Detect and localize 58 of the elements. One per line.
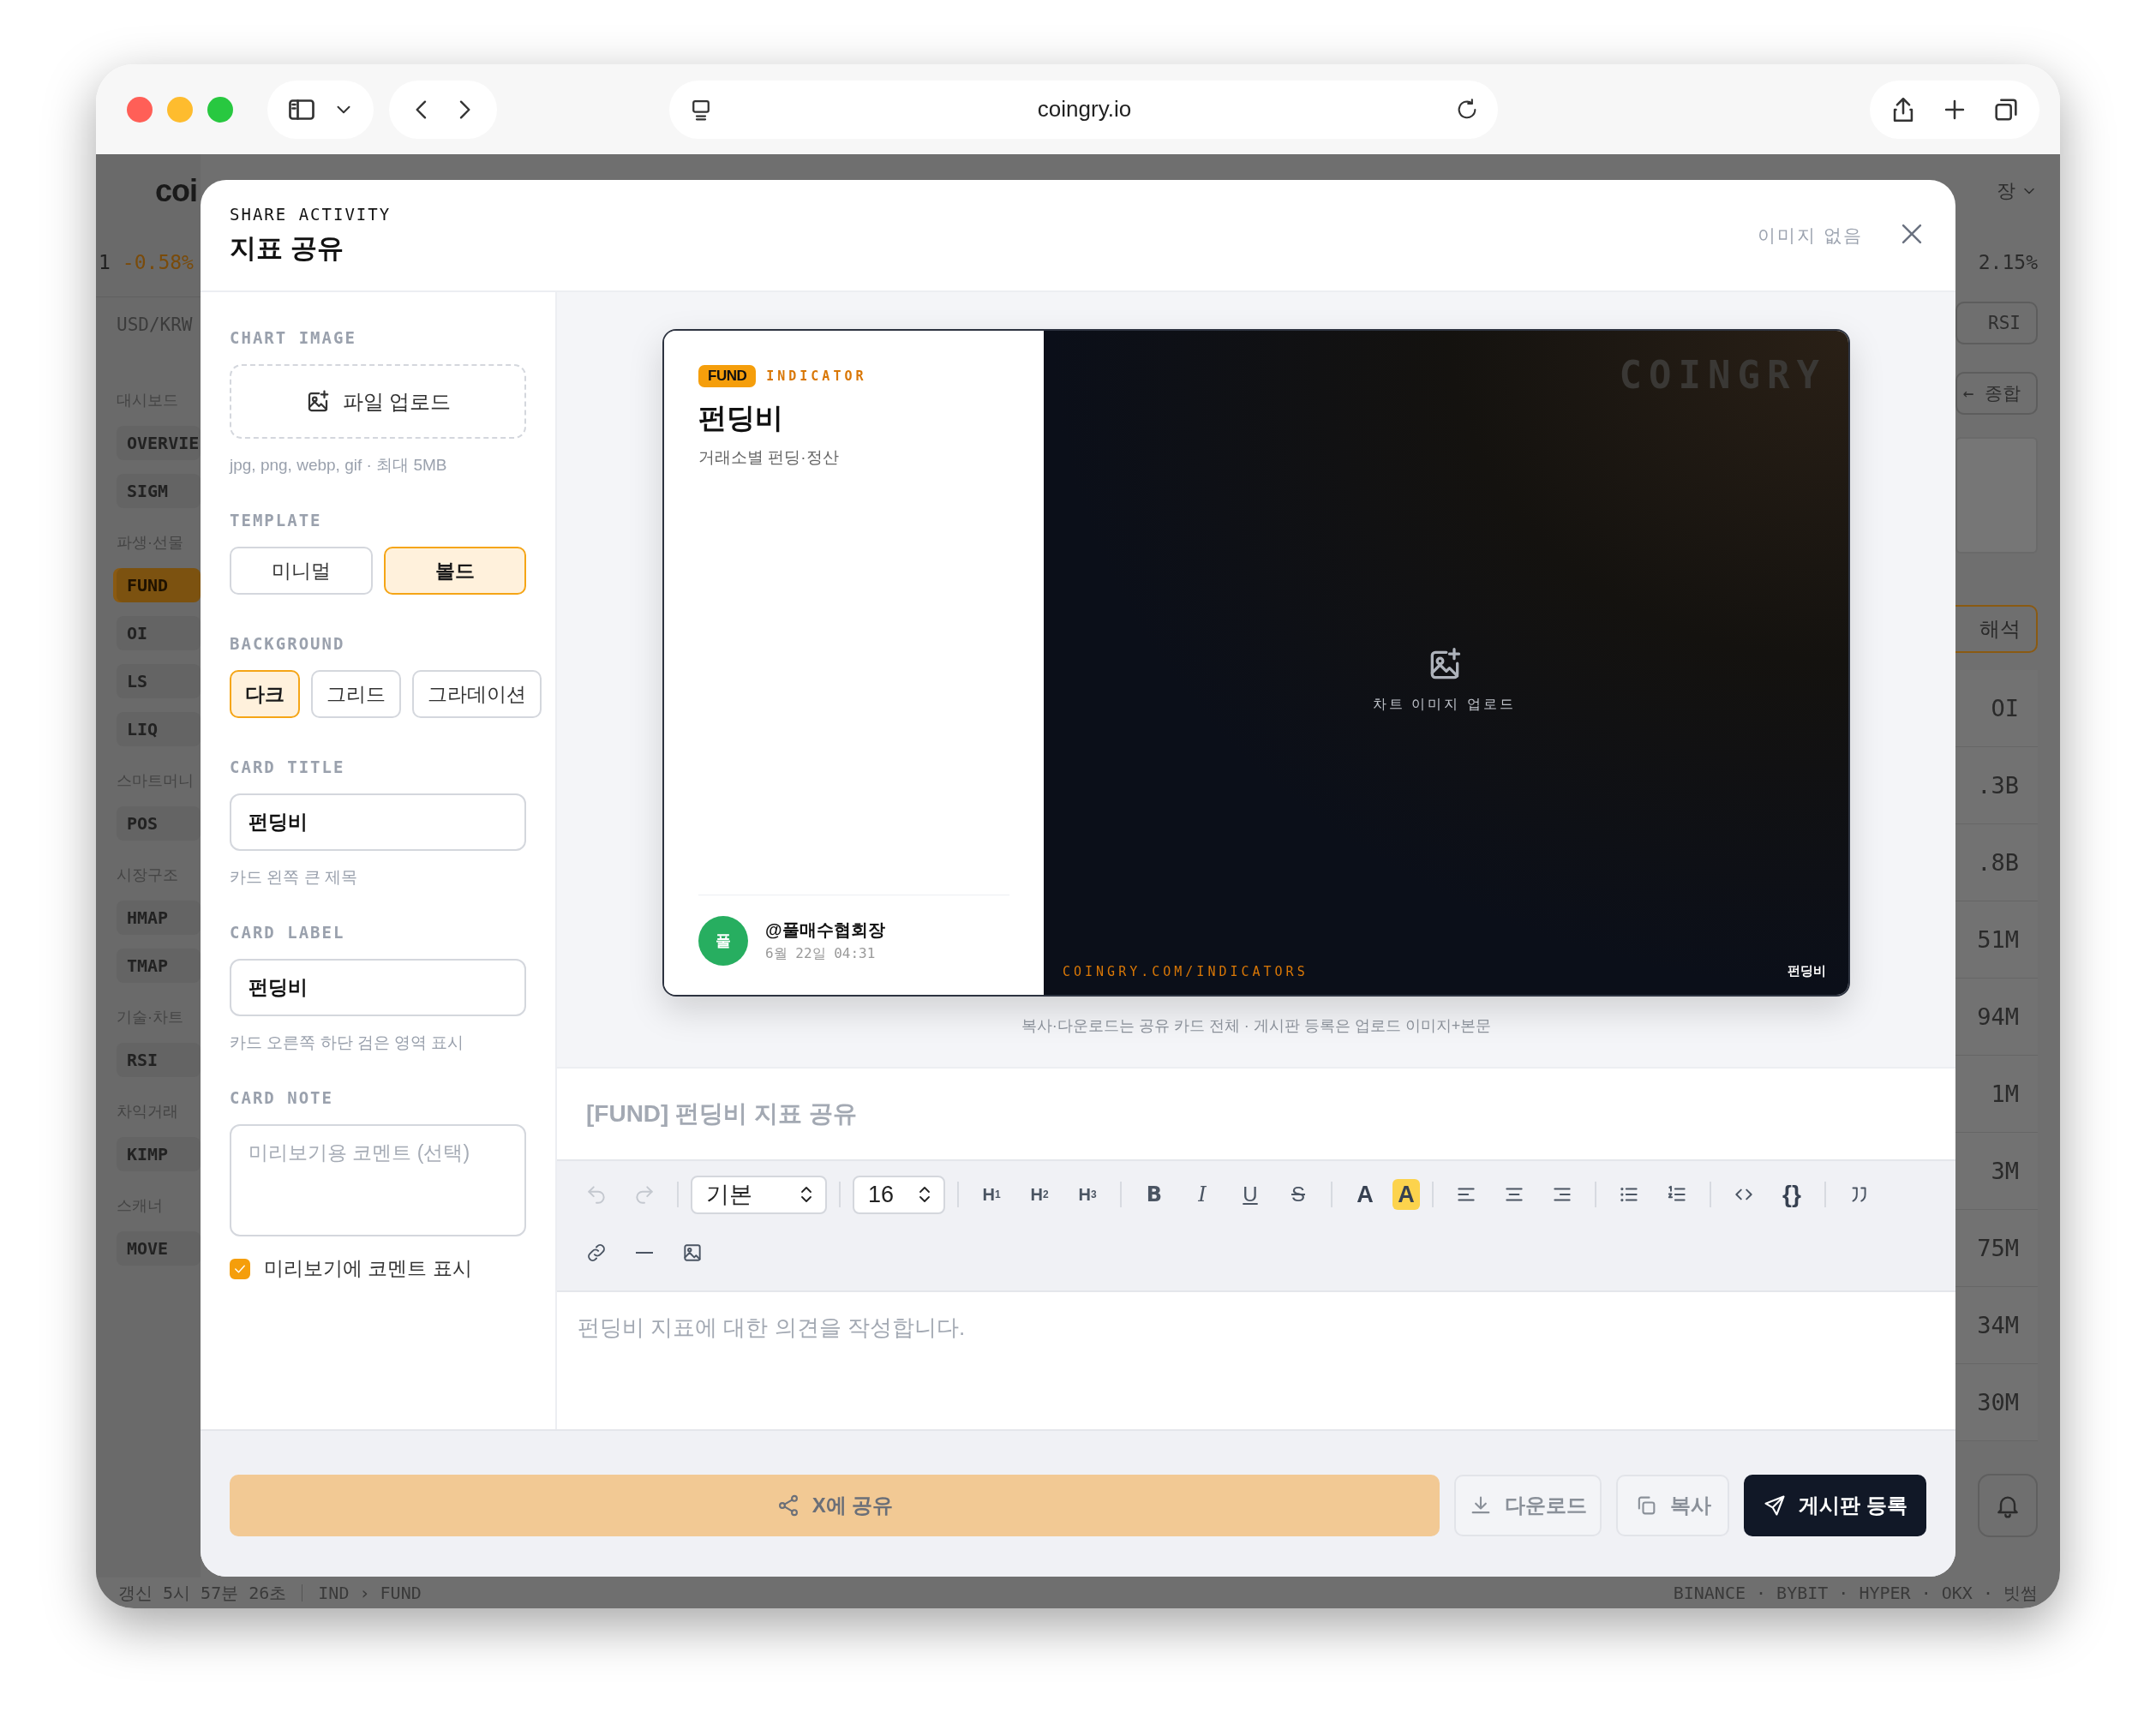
change-value: 2.15%	[1978, 250, 2038, 275]
zoom-window-dot[interactable]	[207, 96, 233, 123]
option-button[interactable]: 그리드	[311, 670, 401, 718]
hint-text: jpg, png, webp, gif · 최대 5MB	[230, 455, 448, 476]
card-url: COINGRY.COM/INDICATORS	[1063, 963, 1309, 979]
format-button[interactable]: U	[1230, 1174, 1271, 1215]
image-icon	[681, 1242, 704, 1264]
block-style-select[interactable]: 기본	[691, 1175, 827, 1214]
submit-button[interactable]: 게시판 등록	[1744, 1474, 1926, 1536]
checkbox-label[interactable]: 미리보기에 코멘트 표시	[264, 1255, 472, 1282]
font-size-select[interactable]: 16	[853, 1175, 945, 1214]
divider-icon	[636, 1252, 653, 1254]
notification-button[interactable]	[1978, 1474, 2038, 1537]
hint-text: 카드 오른쪽 하단 검은 영역 표시	[230, 1033, 465, 1053]
undo-icon	[585, 1183, 608, 1206]
redo-icon	[633, 1183, 656, 1206]
option-button[interactable]: 볼드	[383, 547, 526, 595]
option-button[interactable]: 다크	[230, 670, 300, 718]
text-color-button[interactable]: A	[1345, 1174, 1386, 1215]
dialog-title: 지표 공유	[230, 231, 344, 265]
input-field[interactable]: 펀딩비	[230, 959, 526, 1016]
format-button[interactable]: S	[1278, 1174, 1319, 1215]
section-label: CARD TITLE	[230, 757, 346, 776]
indicator-badge: FUND	[698, 365, 757, 387]
code-block-button[interactable]: {}	[1771, 1174, 1812, 1215]
upload-prompt: 차트 이미지 업로드	[1373, 696, 1516, 713]
ticker-value: 1	[99, 251, 111, 273]
checkbox[interactable]	[230, 1258, 250, 1279]
image-status: 이미지 없음	[1758, 224, 1863, 247]
section-label: BACKGROUND	[230, 634, 346, 653]
avatar: 풀	[698, 916, 748, 966]
card-label: 펀딩비	[1788, 963, 1826, 979]
card-subtitle: 거래소별 펀딩·정산	[698, 447, 840, 468]
ticker-value: -0.58%	[122, 251, 194, 273]
option-button[interactable]: 미니멀	[230, 547, 373, 595]
dialog-eyebrow: SHARE ACTIVITY	[230, 204, 392, 224]
highlight-button[interactable]: A	[1392, 1179, 1420, 1210]
section-label: CHART IMAGE	[230, 328, 357, 347]
logo: coi	[154, 172, 198, 210]
category-label: INDICATOR	[766, 368, 867, 384]
section-label: CARD NOTE	[230, 1088, 334, 1107]
link-icon	[585, 1242, 608, 1264]
send-icon	[1763, 1493, 1788, 1518]
minimize-window-dot[interactable]	[167, 96, 193, 123]
input-field[interactable]: 펀딩비	[230, 793, 526, 851]
option-button[interactable]: 그라데이션	[412, 670, 542, 718]
card-title: 펀딩비	[698, 401, 784, 435]
format-button[interactable]: I	[1182, 1174, 1223, 1215]
close-window-dot[interactable]	[127, 96, 153, 123]
section-label: TEMPLATE	[230, 511, 323, 530]
author-handle: @풀매수협회장	[765, 919, 885, 941]
format-button[interactable]: B	[1134, 1174, 1175, 1215]
timestamp: 6월 22일 04:31	[765, 945, 877, 963]
preview-caption: 복사·다운로드는 공유 카드 전체 · 게시판 등록은 업로드 이미지+본문	[1021, 1016, 1492, 1036]
address-bar[interactable]: coingry.io	[669, 80, 1498, 139]
hint-text: 카드 왼쪽 큰 제목	[230, 867, 358, 888]
section-label: CARD LABEL	[230, 923, 346, 942]
file-upload-button[interactable]: 파일 업로드	[230, 364, 526, 439]
